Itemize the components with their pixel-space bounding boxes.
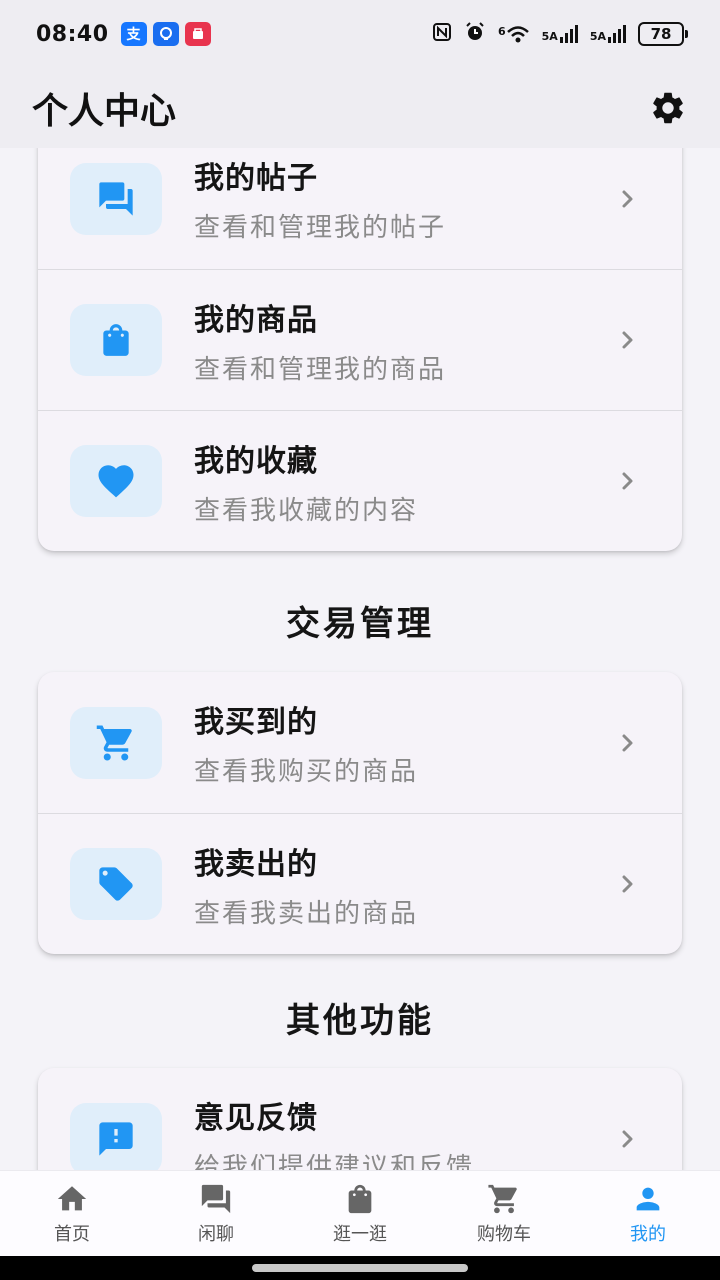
screen: 08:40 支 6 5A 5A 78 个人中心 我的帖子 查看和管理我的帖子 我… bbox=[0, 0, 720, 1280]
row-text: 我的帖子 查看和管理我的帖子 bbox=[194, 153, 446, 244]
nav-item-cart[interactable]: 购物车 bbox=[432, 1171, 576, 1256]
row-subtitle: 查看我收藏的内容 bbox=[194, 495, 419, 526]
gesture-handle[interactable] bbox=[252, 1264, 468, 1272]
status-notification-icons: 支 bbox=[120, 22, 211, 46]
wifi-icon: 6 bbox=[498, 25, 530, 43]
cell-1-label: 5A bbox=[541, 30, 558, 43]
row-subtitle: 查看我购买的商品 bbox=[194, 757, 419, 787]
app-header: 个人中心 bbox=[0, 68, 720, 148]
nav-label: 闲聊 bbox=[198, 1223, 234, 1245]
row-title: 我的帖子 bbox=[194, 161, 318, 196]
row-title: 我卖出的 bbox=[194, 846, 318, 882]
feedback-row[interactable]: 意见反馈 给我们提供建议和反馈 bbox=[38, 1068, 682, 1170]
wifi-generation-label: 6 bbox=[498, 25, 506, 38]
row-icon-container bbox=[70, 162, 162, 235]
forum-icon bbox=[99, 181, 133, 216]
chevron-right-icon bbox=[618, 471, 638, 491]
row-text: 我卖出的 查看我卖出的商品 bbox=[194, 839, 418, 930]
row-text: 我的收藏 查看我收藏的内容 bbox=[194, 436, 418, 527]
alipay-icon: 支 bbox=[120, 22, 147, 46]
bulb-app-icon bbox=[152, 22, 179, 46]
my-favorites-row[interactable]: 我的收藏 查看我收藏的内容 bbox=[38, 410, 682, 551]
row-subtitle: 查看我卖出的商品 bbox=[194, 898, 419, 929]
row-icon-container bbox=[70, 304, 162, 376]
row-text: 我买到的 查看我购买的商品 bbox=[194, 697, 418, 788]
cell-signal-1-icon: 5A bbox=[542, 25, 578, 43]
store-app-icon bbox=[184, 22, 211, 46]
nav-label: 逛一逛 bbox=[333, 1223, 387, 1245]
chevron-right-icon bbox=[618, 330, 638, 350]
section-title-trade: 交易管理 bbox=[286, 604, 434, 644]
other-card: 意见反馈 给我们提供建议和反馈 bbox=[38, 1068, 682, 1170]
trade-card: 我买到的 查看我购买的商品 我卖出的 查看我卖出的商品 bbox=[38, 672, 682, 954]
status-time: 08:40 bbox=[36, 21, 109, 47]
nav-item-home[interactable]: 首页 bbox=[0, 1171, 144, 1256]
my-goods-row[interactable]: 我的商品 查看和管理我的商品 bbox=[38, 269, 682, 410]
row-title: 意见反馈 bbox=[194, 1101, 318, 1136]
chevron-right-icon bbox=[618, 874, 638, 894]
bought-row[interactable]: 我买到的 查看我购买的商品 bbox=[38, 672, 682, 813]
nav-label: 我的 bbox=[630, 1223, 666, 1245]
cart-icon bbox=[484, 1182, 524, 1216]
nav-item-browse[interactable]: 逛一逛 bbox=[288, 1171, 432, 1256]
row-title: 我的商品 bbox=[194, 302, 318, 338]
row-title: 我买到的 bbox=[194, 705, 318, 740]
row-text: 意见反馈 给我们提供建议和反馈 bbox=[194, 1093, 474, 1170]
nav-item-mine[interactable]: 我的 bbox=[576, 1171, 720, 1256]
row-subtitle: 查看和管理我的商品 bbox=[194, 354, 447, 385]
cart-icon bbox=[96, 725, 132, 760]
settings-button[interactable] bbox=[648, 88, 688, 128]
shopping-bag-icon bbox=[103, 324, 129, 356]
chevron-right-icon bbox=[618, 1129, 638, 1149]
bag-icon bbox=[340, 1182, 380, 1216]
row-title: 我的收藏 bbox=[194, 443, 318, 479]
row-icon-container bbox=[70, 848, 162, 920]
sold-row[interactable]: 我卖出的 查看我卖出的商品 bbox=[38, 813, 682, 954]
status-bar: 08:40 支 6 5A 5A 78 bbox=[0, 0, 720, 68]
section-title-other: 其他功能 bbox=[286, 1001, 434, 1041]
nav-label: 首页 bbox=[54, 1223, 90, 1245]
chat-icon bbox=[196, 1182, 236, 1216]
nfc-icon bbox=[432, 22, 452, 46]
scroll-content[interactable]: 我的帖子 查看和管理我的帖子 我的商品 查看和管理我的商品 我的收藏 查看我收藏… bbox=[0, 148, 720, 1170]
heart-icon bbox=[98, 465, 134, 498]
page-title: 个人中心 bbox=[32, 91, 177, 132]
alarm-icon bbox=[464, 21, 486, 47]
row-subtitle: 给我们提供建议和反馈 bbox=[194, 1153, 475, 1170]
status-right-group: 6 5A 5A 78 bbox=[432, 21, 688, 47]
gear-icon bbox=[653, 92, 683, 124]
chevron-right-icon bbox=[618, 189, 638, 209]
tag-icon bbox=[99, 867, 133, 901]
my-posts-row[interactable]: 我的帖子 查看和管理我的帖子 bbox=[38, 148, 682, 269]
cell-signal-2-icon: 5A bbox=[590, 25, 626, 43]
feedback-icon bbox=[99, 1121, 133, 1156]
battery-indicator: 78 bbox=[638, 22, 688, 46]
row-icon-container bbox=[70, 445, 162, 517]
row-subtitle: 查看和管理我的帖子 bbox=[194, 213, 447, 243]
system-gesture-area bbox=[0, 1256, 720, 1280]
cell-2-label: 5A bbox=[589, 30, 606, 43]
person-icon bbox=[628, 1182, 668, 1216]
nav-item-chat[interactable]: 闲聊 bbox=[144, 1171, 288, 1256]
row-icon-container bbox=[70, 1102, 162, 1170]
row-icon-container bbox=[70, 706, 162, 779]
home-icon bbox=[52, 1182, 92, 1216]
personal-card: 我的帖子 查看和管理我的帖子 我的商品 查看和管理我的商品 我的收藏 查看我收藏… bbox=[38, 148, 682, 551]
nav-label: 购物车 bbox=[477, 1223, 531, 1245]
bottom-nav: 首页 闲聊 逛一逛 购物车 我的 bbox=[0, 1170, 720, 1256]
chevron-right-icon bbox=[618, 733, 638, 753]
row-text: 我的商品 查看和管理我的商品 bbox=[194, 295, 446, 386]
